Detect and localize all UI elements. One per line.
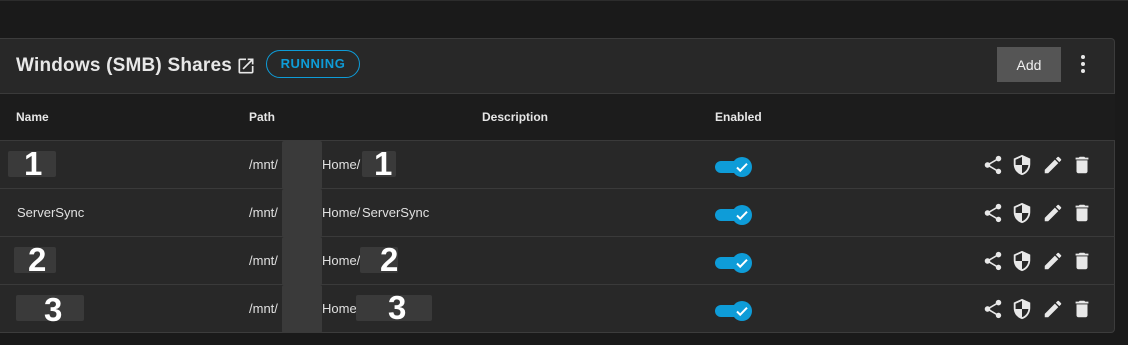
- pencil-icon[interactable]: [1042, 298, 1064, 320]
- column-header-path[interactable]: Path: [249, 110, 275, 124]
- share-name: ServerSync: [17, 205, 85, 220]
- enabled-toggle[interactable]: [715, 157, 752, 177]
- path-marker: 3: [388, 289, 407, 326]
- shield-icon[interactable]: [1011, 298, 1033, 320]
- status-badge: RUNNING: [266, 50, 360, 78]
- trash-icon[interactable]: [1071, 202, 1093, 224]
- path-marker: 2: [380, 241, 399, 278]
- pencil-icon[interactable]: [1042, 250, 1064, 272]
- path-prefix: /mnt/: [249, 157, 278, 172]
- redacted-block: [282, 237, 322, 285]
- column-header-name[interactable]: Name: [16, 110, 49, 124]
- pencil-icon[interactable]: [1042, 154, 1064, 176]
- path-suffix: ServerSync: [362, 205, 430, 220]
- share-icon[interactable]: [982, 202, 1004, 224]
- table-header: Name Path Description Enabled: [0, 93, 1115, 141]
- name-marker: 1: [24, 145, 43, 182]
- top-divider: [0, 0, 1128, 1]
- table-row[interactable]: 1 /mnt/ Home/ 1: [0, 141, 1115, 189]
- table-row[interactable]: ServerSync /mnt/ Home/ ServerSync: [0, 189, 1115, 237]
- share-icon[interactable]: [982, 154, 1004, 176]
- share-icon[interactable]: [982, 250, 1004, 272]
- path-prefix: /mnt/: [249, 253, 278, 268]
- path-mid: Home/: [322, 253, 361, 268]
- open-in-new-icon[interactable]: [236, 56, 256, 76]
- more-vert-icon[interactable]: [1076, 53, 1090, 75]
- card-title: Windows (SMB) Shares: [16, 55, 233, 76]
- path-prefix: /mnt/: [249, 205, 278, 220]
- trash-icon[interactable]: [1071, 154, 1093, 176]
- shield-icon[interactable]: [1011, 154, 1033, 176]
- shield-icon[interactable]: [1011, 202, 1033, 224]
- share-icon[interactable]: [982, 298, 1004, 320]
- name-marker: 3: [44, 291, 63, 328]
- redacted-block: [282, 141, 322, 189]
- shield-icon[interactable]: [1011, 250, 1033, 272]
- path-prefix: /mnt/: [249, 301, 278, 316]
- pencil-icon[interactable]: [1042, 202, 1064, 224]
- column-header-description[interactable]: Description: [482, 110, 548, 124]
- trash-icon[interactable]: [1071, 298, 1093, 320]
- redacted-block: [282, 189, 322, 237]
- card-header: Windows (SMB) Shares RUNNING Add: [0, 39, 1115, 93]
- name-marker: 2: [28, 241, 47, 278]
- smb-shares-card: Windows (SMB) Shares RUNNING Add Name Pa…: [0, 38, 1115, 333]
- trash-icon[interactable]: [1071, 250, 1093, 272]
- path-marker: 1: [374, 145, 393, 182]
- table-row[interactable]: 3 /mnt/ Home 3: [0, 285, 1115, 333]
- column-header-enabled[interactable]: Enabled: [715, 110, 762, 124]
- path-mid: Home: [322, 301, 357, 316]
- table-row[interactable]: 2 /mnt/ Home/ 2: [0, 237, 1115, 285]
- path-mid: Home/: [322, 205, 361, 220]
- enabled-toggle[interactable]: [715, 301, 752, 321]
- redacted-block: [282, 285, 322, 333]
- path-mid: Home/: [322, 157, 361, 172]
- enabled-toggle[interactable]: [715, 205, 752, 225]
- add-button[interactable]: Add: [997, 47, 1061, 82]
- enabled-toggle[interactable]: [715, 253, 752, 273]
